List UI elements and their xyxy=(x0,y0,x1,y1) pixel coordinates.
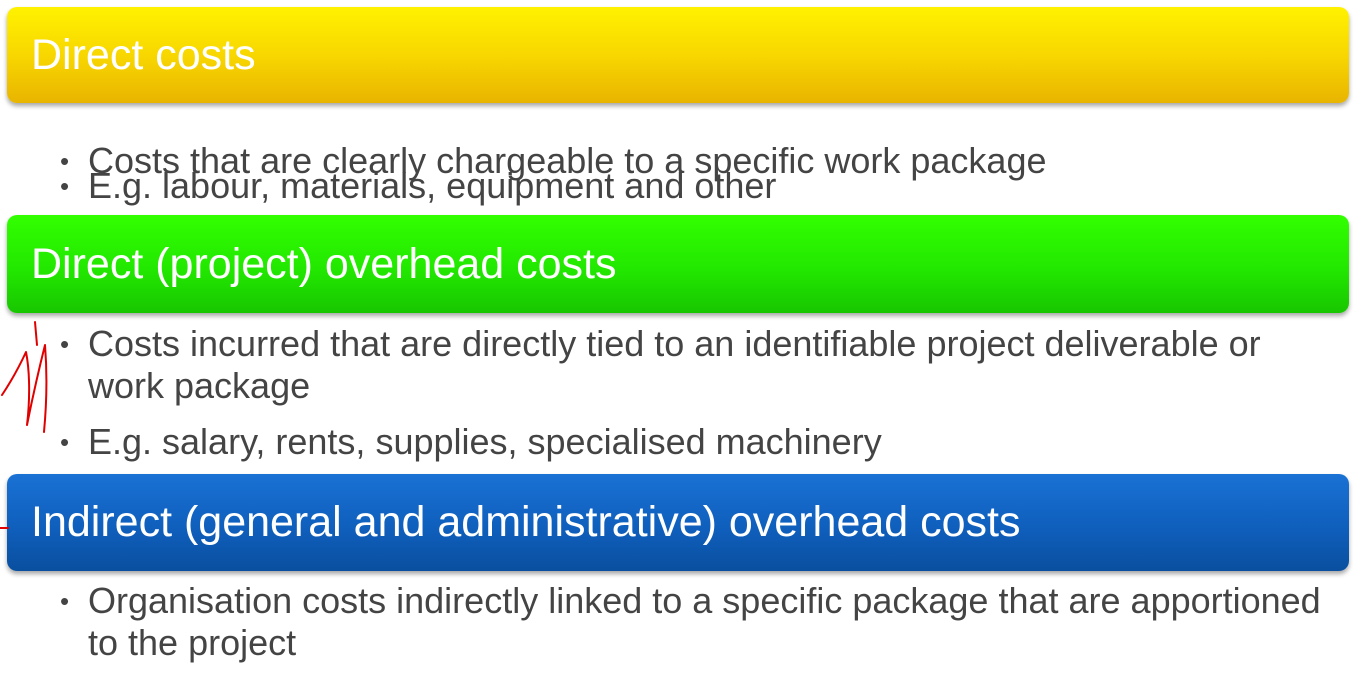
section-heading: Indirect (general and administrative) ov… xyxy=(31,498,1021,546)
section-header-direct-costs: Direct costs xyxy=(7,7,1349,103)
bullet-text: Costs incurred that are directly tied to… xyxy=(88,323,1261,406)
bullet-icon: • xyxy=(60,427,70,457)
list-item: • E.g. labour, materials, equipment and … xyxy=(60,165,1340,207)
bullet-icon: • xyxy=(60,586,70,616)
bullet-text: E.g. labour, materials, equipment and ot… xyxy=(88,165,777,206)
list-item: • Costs incurred that are directly tied … xyxy=(60,323,1340,407)
section-header-indirect-overhead-costs: Indirect (general and administrative) ov… xyxy=(7,474,1349,571)
bullet-text: Organisation costs indirectly linked to … xyxy=(88,580,1321,663)
bullet-text: E.g. salary, rents, supplies, specialise… xyxy=(88,421,882,462)
list-item: • Organisation costs indirectly linked t… xyxy=(60,580,1340,664)
section-header-direct-overhead-costs: Direct (project) overhead costs xyxy=(7,215,1349,313)
bullet-icon: • xyxy=(60,329,70,359)
section-heading: Direct costs xyxy=(31,30,256,79)
section-heading: Direct (project) overhead costs xyxy=(31,239,617,288)
bullet-icon: • xyxy=(60,171,70,201)
list-item: • E.g. salary, rents, supplies, speciali… xyxy=(60,421,1340,463)
